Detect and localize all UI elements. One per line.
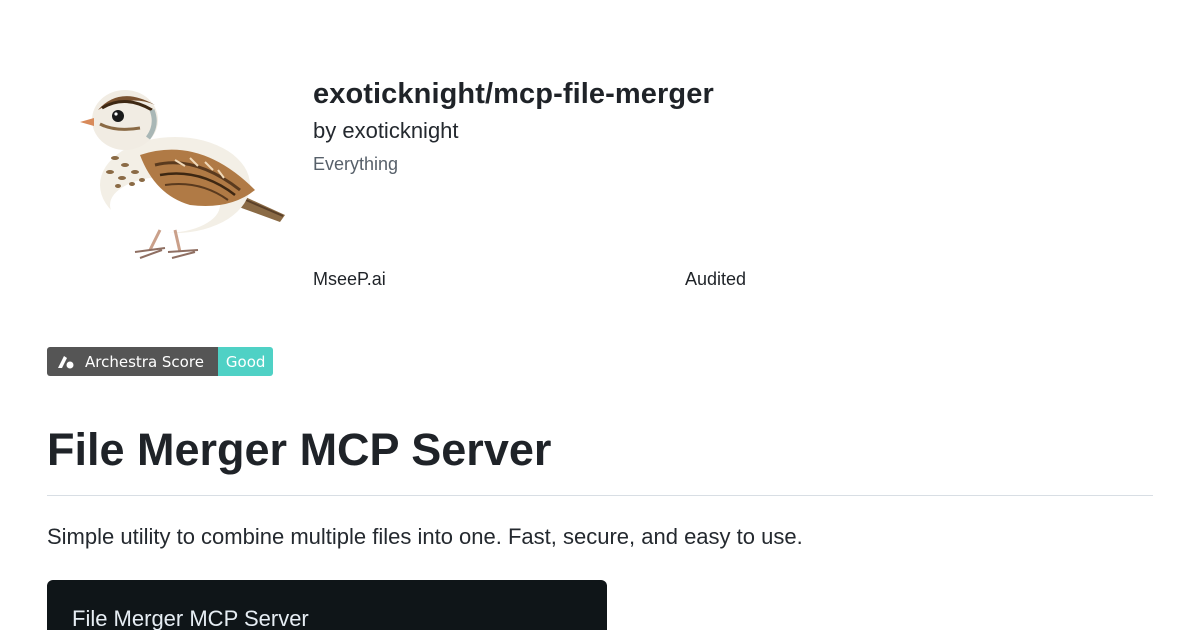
- archestra-logo-icon: [58, 355, 74, 368]
- score-value: Good: [225, 352, 266, 371]
- repo-category[interactable]: Everything: [313, 154, 398, 175]
- code-block: File Merger MCP Server: [47, 580, 607, 630]
- score-badge-label-section: Archestra Score: [47, 347, 218, 376]
- score-label: Archestra Score: [85, 352, 204, 371]
- readme-description: Simple utility to combine multiple files…: [47, 524, 803, 549]
- repo-name[interactable]: exoticknight/mcp-file-merger: [313, 78, 714, 111]
- readme-title: File Merger MCP Server: [47, 424, 552, 475]
- archestra-score-badge[interactable]: Archestra Score Good: [47, 347, 274, 376]
- repo-card: exoticknight/mcp-file-merger by exotickn…: [0, 0, 1200, 630]
- title-divider: [47, 495, 1153, 496]
- repo-author[interactable]: by exoticknight: [313, 118, 459, 144]
- avatar: [80, 90, 285, 259]
- code-block-text: File Merger MCP Server: [72, 606, 309, 630]
- mseep-badge[interactable]: MseeP.ai: [313, 269, 386, 290]
- audited-badge[interactable]: Audited: [685, 269, 746, 290]
- score-value-section: Good: [217, 347, 274, 376]
